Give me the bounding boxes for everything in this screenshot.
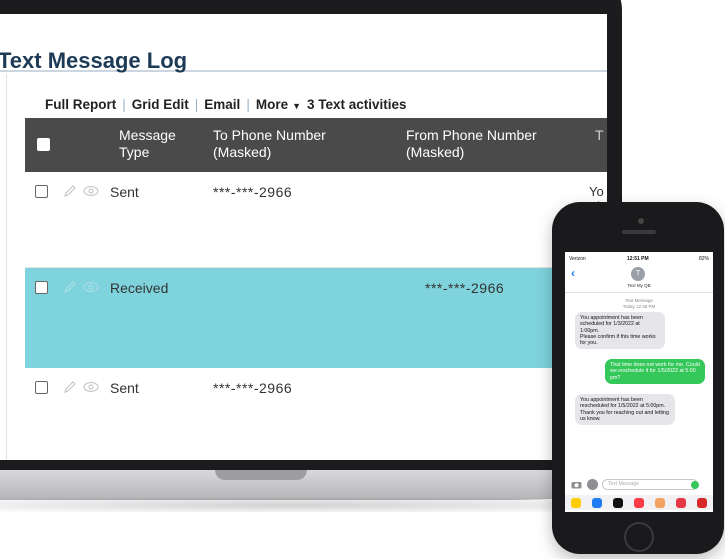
message-timestamp: Text Message Today 12:46 PM	[585, 298, 693, 309]
view-icon[interactable]	[82, 183, 100, 199]
edit-icon[interactable]	[62, 379, 78, 395]
photos-app-icon[interactable]	[570, 497, 581, 508]
edit-icon[interactable]	[62, 183, 78, 199]
table-row-highlighted[interactable]: Received ***-***-2966	[25, 268, 607, 368]
activity-count: 3 Text activities	[307, 96, 407, 112]
status-bar: Verizon 12:51 PM 82%	[565, 256, 713, 264]
incoming-message-bubble: You appointment has been rescheduled for…	[575, 394, 675, 426]
row-checkbox[interactable]	[35, 381, 48, 394]
speaker-grille	[622, 230, 656, 234]
search-app-icon[interactable]	[697, 497, 708, 508]
column-header-from-phone[interactable]: From Phone Number (Masked)	[406, 127, 566, 161]
imessage-app-strip	[565, 495, 713, 510]
message-type-cell: Sent	[110, 184, 139, 200]
caret-down-icon: ▼	[292, 100, 302, 111]
contact-name[interactable]: Text My QB	[605, 283, 673, 288]
toolbar-separator: |	[122, 96, 126, 112]
page-title: Text Message Log	[0, 48, 188, 73]
battery-level: 82%	[698, 256, 709, 262]
table-row[interactable]: Sent ***-***-2966	[25, 368, 607, 460]
stage: Text Message Log Full Report | Grid Edit…	[0, 0, 725, 559]
camera-icon[interactable]	[571, 480, 582, 489]
from-phone-cell: ***-***-2966	[425, 280, 505, 296]
home-button[interactable]	[624, 522, 654, 552]
more-dropdown[interactable]: More ▼	[256, 97, 307, 112]
carrier-label: Verizon	[569, 256, 586, 262]
message-input[interactable]: Text Message	[602, 479, 698, 490]
timestamp-time: Today 12:46 PM	[622, 303, 656, 309]
left-divider	[6, 74, 7, 460]
outgoing-message-bubble: That time does not work for me. Could we…	[605, 359, 705, 384]
grid-edit-link[interactable]: Grid Edit	[132, 97, 189, 112]
full-report-link[interactable]: Full Report	[45, 97, 116, 112]
camera-icon	[638, 218, 644, 224]
incoming-message-bubble: You appointment has been scheduled for 1…	[575, 312, 665, 350]
app-store-icon[interactable]	[587, 479, 598, 490]
app-store-app-icon[interactable]	[591, 497, 602, 508]
more-label: More	[255, 96, 289, 112]
table-header: Message Type To Phone Number (Masked) Fr…	[25, 118, 607, 172]
row-checkbox[interactable]	[35, 185, 48, 198]
memoji-app-icon[interactable]	[655, 497, 666, 508]
title-bar: Text Message Log	[0, 14, 607, 73]
table-row[interactable]: Sent ***-***-2966 Yo Th	[25, 172, 607, 268]
to-phone-cell: ***-***-2966	[213, 380, 293, 396]
column-header-extra[interactable]: T	[595, 127, 607, 144]
nav-divider	[565, 292, 713, 293]
laptop-notch	[215, 470, 307, 480]
to-phone-cell: ***-***-2966	[213, 184, 293, 200]
toolbar-separator: |	[194, 96, 199, 112]
message-type-cell: Received	[110, 280, 169, 296]
email-link[interactable]: Email	[204, 97, 240, 112]
view-icon[interactable]	[82, 379, 100, 395]
status-time: 12:51 PM	[627, 256, 649, 262]
contact-avatar[interactable]: T	[631, 267, 645, 281]
apple-pay-app-icon[interactable]	[612, 497, 623, 508]
phone-screen: Verizon 12:51 PM 82% ‹ T Text My QB Text…	[565, 252, 713, 512]
laptop-shadow	[0, 498, 610, 512]
row-checkbox[interactable]	[35, 281, 48, 294]
toolbar: Full Report | Grid Edit | Email | More ▼ …	[45, 94, 407, 114]
column-header-message-type[interactable]: Message Type	[119, 127, 203, 161]
column-header-to-phone[interactable]: To Phone Number (Masked)	[213, 127, 363, 161]
select-all-checkbox[interactable]	[37, 138, 50, 151]
compose-bar: Text Message	[565, 478, 713, 492]
toolbar-separator: |	[246, 96, 250, 112]
edit-icon[interactable]	[62, 279, 78, 295]
heart-app-icon[interactable]	[676, 497, 687, 508]
laptop-screen: Text Message Log Full Report | Grid Edit…	[0, 14, 607, 460]
music-app-icon[interactable]	[633, 497, 644, 508]
back-chevron-icon[interactable]: ‹	[571, 266, 575, 280]
message-type-cell: Sent	[110, 380, 139, 396]
view-icon[interactable]	[82, 279, 100, 295]
send-button[interactable]	[691, 481, 699, 489]
